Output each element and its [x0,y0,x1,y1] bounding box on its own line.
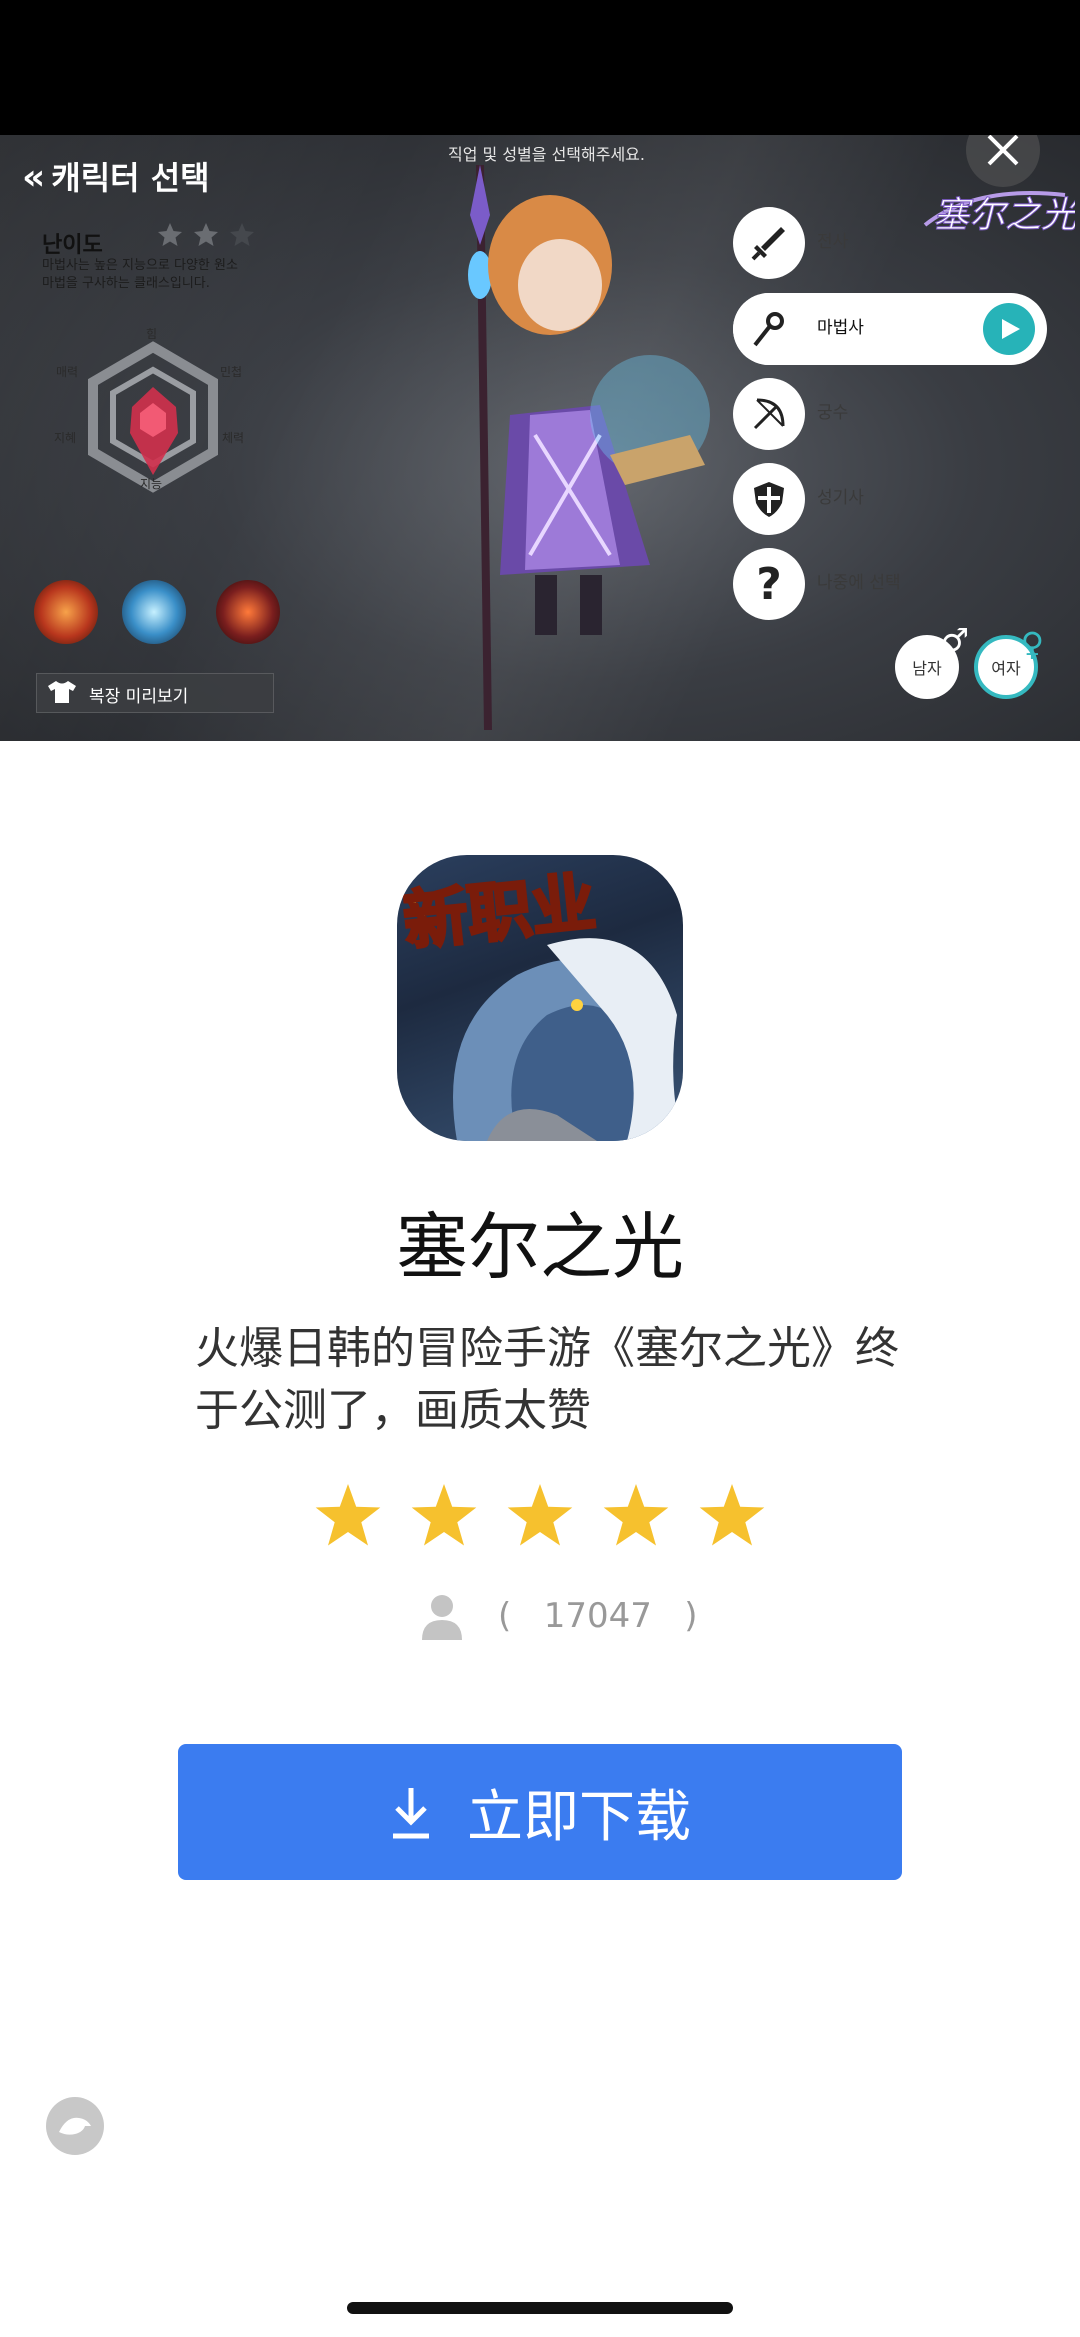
status-bar [0,0,1080,135]
wand-icon [733,293,805,365]
bird-icon [59,2117,91,2135]
star-icon [507,1484,573,1546]
class-name: 전사 [817,232,849,252]
radar-label-bottom-right: 체력 [222,431,245,445]
radar-label-bottom: 지능 [140,477,163,491]
app-description: 火爆日韩的冒险手游《塞尔之光》终于公测了，画质太赞 [195,1323,899,1436]
download-icon [393,1788,429,1839]
fire-skill-icon[interactable] [34,580,98,644]
class-name: 나중에 선택 [817,573,901,593]
back-button[interactable]: «캐릭터 선택 [22,153,210,199]
ad-banner-screenshot[interactable]: «캐릭터 선택 직업 및 성별을 선택해주세요. 난이도 마법사는 높은 지능으… [0,135,1080,741]
radar-label-bottom-left: 지혜 [54,431,77,445]
app-title: 塞尔之光 [395,1205,684,1289]
rating-stars [315,1484,765,1546]
class-name: 성기사 [817,488,864,508]
class-description: 마법사는 높은 지능으로 다양한 원소 마법을 구사하는 클래스입니다. [42,258,238,291]
back-label: 캐릭터 선택 [51,159,210,197]
question-icon: ? [733,548,805,620]
close-icon [987,135,1019,166]
floating-assistant-button[interactable] [46,2097,104,2155]
star-icon [603,1484,669,1546]
stat-radar: 힘 민첩 체력 지능 지혜 매력 [54,325,248,515]
star-icons [315,1484,765,1546]
gender-female-label: 여자 [991,659,1021,678]
meteor-skill-icon[interactable] [216,580,280,644]
male-symbol-icon: ♂ [940,621,969,659]
home-indicator[interactable] [347,2302,733,2314]
costume-preview-button[interactable]: 복장 미리보기 [36,673,274,713]
radar-label-top: 힘 [146,327,158,341]
shirt-icon [48,681,76,703]
gender-male-label: 남자 [912,659,942,678]
costume-preview-label: 복장 미리보기 [89,687,189,707]
double-chevron-left-icon: « [22,157,46,198]
bow-icon [733,378,805,450]
radar-label-top-right: 민첩 [220,365,243,379]
gender-female-button[interactable]: 여자 ♀ [974,625,1044,699]
rating-count-value: ( 17047 ) [498,1596,698,1636]
svg-text:塞尔之光: 塞尔之光 [933,195,1075,236]
female-symbol-icon: ♀ [1020,625,1044,663]
download-button[interactable]: 立即下载 [178,1744,902,1880]
difficulty-stars [158,223,254,246]
sword-icon [733,207,805,279]
app-icon[interactable]: 新职业 [397,855,683,1141]
ice-skill-icon[interactable] [122,580,186,644]
download-label: 立即下载 [467,1784,691,1850]
play-icon[interactable] [983,303,1035,355]
star-icon [699,1484,765,1546]
difficulty-label: 난이도 [42,233,103,258]
mage-character-image [468,164,710,731]
class-name: 궁수 [817,403,849,423]
class-name: 마법사 [817,318,864,338]
star-icon [315,1484,381,1546]
radar-label-top-left: 매력 [56,365,79,379]
shield-icon [733,463,805,535]
gender-male-button[interactable]: 남자 ♂ [895,621,969,699]
person-icon [422,1595,462,1640]
star-icon [411,1484,477,1546]
